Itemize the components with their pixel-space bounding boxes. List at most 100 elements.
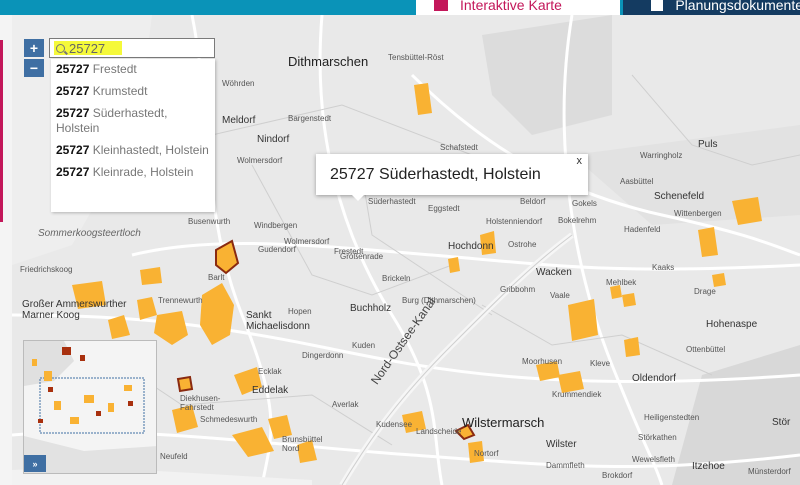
suggestion-item[interactable]: 25727 Frestedt (51, 59, 215, 81)
tab-planning-documents[interactable]: Planungsdokumente (623, 0, 800, 15)
place-label: Kaaks (652, 263, 675, 272)
suggestion-code: 25727 (56, 84, 90, 98)
place-label: Brokdorf (602, 471, 633, 480)
place-label: Kudensee (376, 420, 413, 429)
place-label: Moorhusen (522, 357, 563, 366)
search-field[interactable] (49, 38, 215, 58)
suggestion-name: Frestedt (92, 62, 137, 76)
place-label: Krummendiek (552, 390, 602, 399)
sidebar-accent-stripe (0, 40, 3, 222)
place-label: Großer Ammerswurther Marner Koog (22, 299, 127, 321)
place-label: Nortorf (474, 449, 499, 458)
place-label: Bargenstedt (288, 114, 332, 123)
place-label: Ottenbüttel (686, 345, 726, 354)
place-label: Drage (694, 287, 716, 296)
place-label: Wilster (546, 439, 577, 450)
place-label: Brunsbüttel Nord (282, 435, 323, 453)
suggestion-item[interactable]: 25727 Krumstedt (51, 81, 215, 103)
place-label: Wittenbergen (674, 209, 722, 218)
place-label: Vaale (550, 291, 570, 300)
suggestion-name: Kleinhastedt, Holstein (92, 143, 209, 157)
place-label: Puls (698, 139, 718, 150)
popup-title: 25727 Süderhastedt, Holstein (330, 166, 541, 183)
place-label: Meldorf (222, 115, 256, 126)
place-label: Mehlbek (606, 278, 637, 287)
search-input[interactable] (69, 40, 119, 56)
place-label: Wolmersdorf (237, 156, 283, 165)
place-label: Schenefeld (654, 191, 705, 202)
suggestion-item[interactable]: 25727 Kleinrade, Holstein (51, 162, 215, 184)
place-label: Hadenfeld (624, 225, 661, 234)
suggestion-item[interactable]: 25727 Süderhastedt, Holstein (51, 103, 215, 140)
place-label: Beldorf (520, 197, 546, 206)
place-label: Busenwurth (188, 217, 231, 226)
suggestion-code: 25727 (56, 106, 90, 120)
place-label: Bokelrehm (558, 216, 597, 225)
zoom-in-button[interactable]: + (24, 39, 44, 57)
place-label: Tensbüttel-Röst (388, 53, 444, 62)
place-label: Wacken (536, 267, 572, 278)
place-label: Sankt Michaelisdonn (246, 310, 310, 332)
place-label: Warringholz (640, 151, 683, 160)
location-popup: 25727 Süderhastedt, Holstein x (316, 154, 588, 201)
suggestion-item[interactable]: 25727 Kleinhastedt, Holstein (51, 140, 215, 162)
place-label: Störkathen (638, 433, 677, 442)
place-label: Ostrohe (508, 240, 537, 249)
place-label: Friedrichskoog (20, 265, 73, 274)
place-label: Itzehoe (692, 461, 725, 472)
map-icon (434, 0, 448, 11)
place-label: Ecklak (258, 367, 282, 376)
place-label: Brickeln (382, 274, 411, 283)
search-suggestions: 25727 Frestedt 25727 Krumstedt 25727 Süd… (51, 59, 215, 212)
place-label: Dammfleth (546, 461, 585, 470)
place-label: Wilstermarsch (462, 415, 545, 430)
place-label: Diekhusen-Fahrstedt (180, 394, 221, 412)
place-label: Hochdonn (448, 241, 494, 252)
place-label: Gribbohm (500, 285, 536, 294)
place-label: Trennewurth (158, 296, 203, 305)
place-label: Aasbüttel (620, 177, 654, 186)
suggestion-code: 25727 (56, 62, 90, 76)
place-label: Großenrade (340, 252, 384, 261)
place-label: Gudendorf (258, 245, 296, 254)
place-label: Münsterdorf (748, 467, 791, 476)
overview-map[interactable] (23, 340, 157, 474)
place-label: Wewelsfleth (632, 455, 675, 464)
place-label: Oldendorf (632, 373, 676, 384)
place-label: Averlak (332, 400, 359, 409)
suggestion-code: 25727 (56, 165, 90, 179)
tab-interactive-map[interactable]: Interaktive Karte (416, 0, 620, 15)
place-label: Eggstedt (428, 204, 460, 213)
place-label: Dingerdonn (302, 351, 344, 360)
place-label: Kuden (352, 341, 376, 350)
place-label: Süderhastedt (368, 197, 416, 206)
tab-interactive-map-label: Interaktive Karte (460, 0, 562, 13)
place-label: Landscheide (416, 427, 462, 436)
popup-pointer (352, 195, 364, 201)
place-label: Neufeld (160, 452, 188, 461)
place-label: Wöhrden (222, 79, 255, 88)
suggestion-name: Krumstedt (92, 84, 148, 98)
place-label: Schmedeswurth (200, 415, 258, 424)
suggestion-name: Kleinrade, Holstein (92, 165, 194, 179)
close-icon[interactable]: x (577, 155, 583, 167)
zoom-out-button[interactable]: − (24, 59, 44, 77)
search-icon (56, 43, 65, 53)
place-label: Barlt (208, 273, 225, 282)
place-label: Hohenaspe (706, 319, 758, 330)
document-icon (651, 0, 664, 11)
place-label: Schafstedt (440, 143, 478, 152)
place-label: Sommerkoogsteertloch (38, 228, 141, 239)
suggestion-code: 25727 (56, 143, 90, 157)
place-label: Stör (772, 417, 791, 428)
place-label: Windbergen (254, 221, 298, 230)
place-label: Kleve (590, 359, 611, 368)
place-label: Holstenniendorf (486, 217, 543, 226)
overview-toggle-button[interactable]: » (24, 455, 46, 472)
place-label: Dithmarschen (288, 54, 369, 69)
place-label: Eddelak (252, 385, 289, 396)
place-label: Buchholz (350, 303, 392, 314)
place-label: Gokels (572, 199, 597, 208)
place-label: Nindorf (257, 134, 290, 145)
top-navigation-bar: Interaktive Karte Planungsdokumente (0, 0, 800, 15)
